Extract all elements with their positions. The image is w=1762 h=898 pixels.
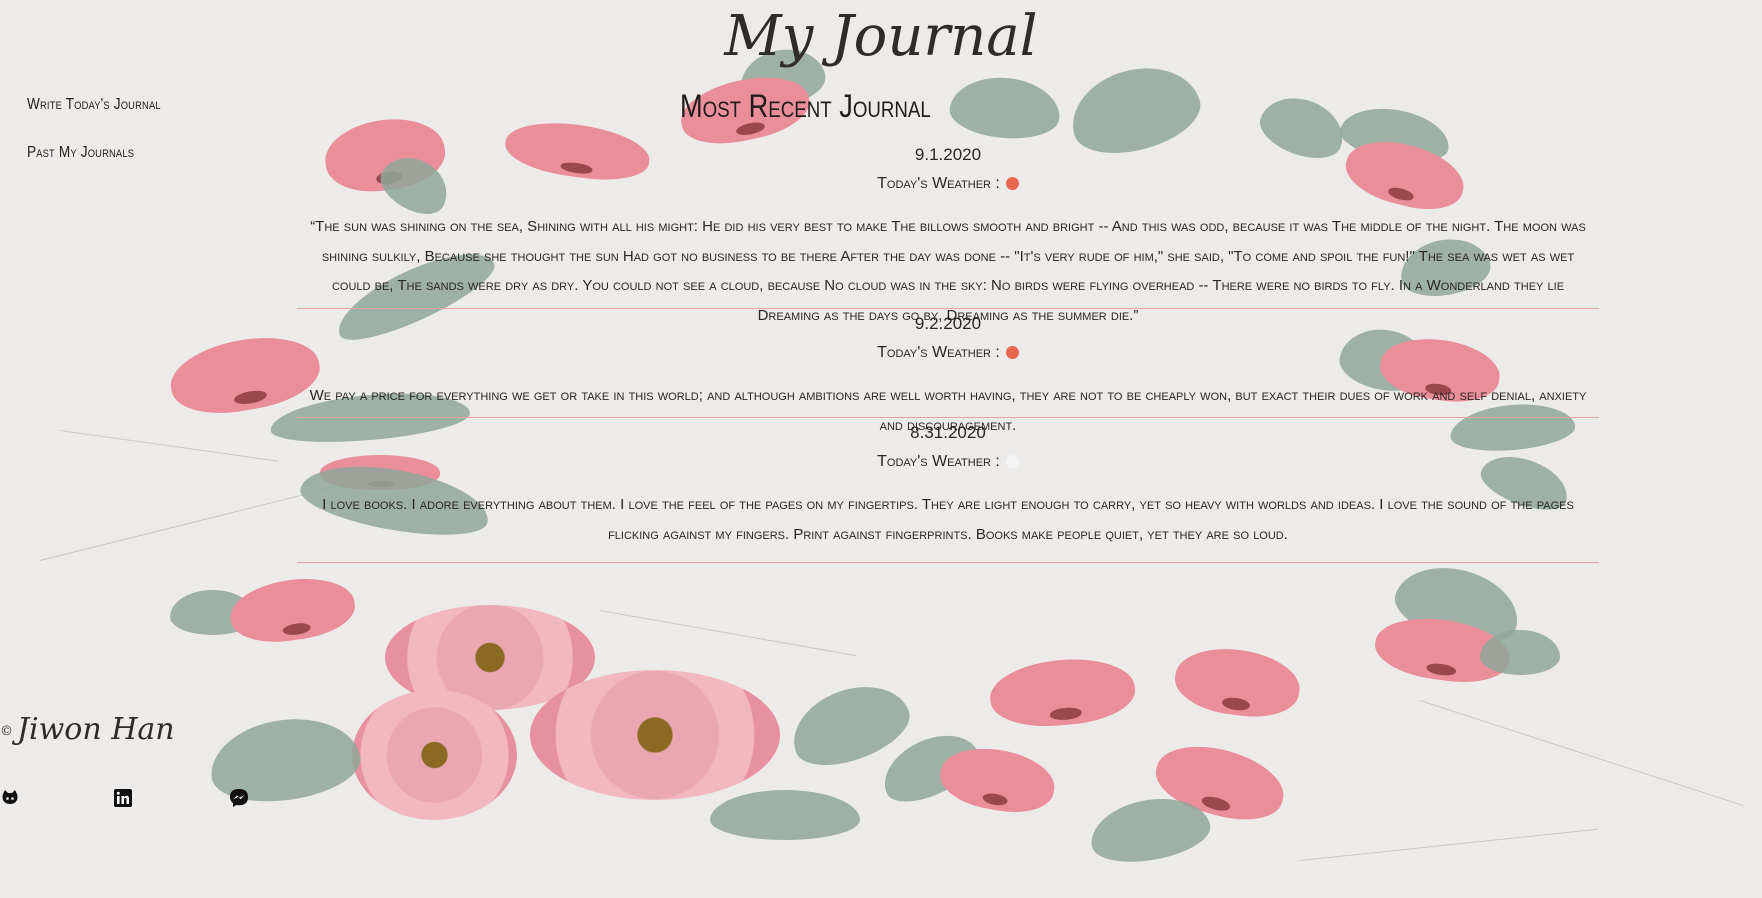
journal-entries: 9.1.2020 Today's Weather : “The sun was … [297, 140, 1599, 563]
weather-cloud-icon [1005, 455, 1019, 468]
github-icon[interactable] [0, 788, 20, 808]
weather-sun-icon [1005, 177, 1019, 190]
weather-label: Today's Weather : [877, 453, 1000, 470]
messenger-icon[interactable] [229, 788, 249, 808]
page-title: My Journal [724, 4, 1038, 69]
linkedin-icon[interactable] [113, 788, 133, 808]
weather-sun-icon [1005, 346, 1019, 359]
entry-date: 8.31.2020 [910, 423, 986, 442]
weather-label: Today's Weather : [877, 175, 1000, 192]
entry-date: 9.1.2020 [914, 145, 982, 164]
weather-label: Today's Weather : [877, 344, 1000, 361]
copyright-symbol: © [0, 723, 13, 739]
journal-entry: 8.31.2020 Today's Weather : I love books… [297, 418, 1599, 563]
entry-weather: Today's Weather : [297, 169, 1599, 198]
nav-past-journals-link[interactable]: Past My Journals [27, 144, 161, 162]
journal-entry: 9.2.2020 Today's Weather : We pay a pric… [297, 309, 1599, 434]
social-links [0, 788, 260, 810]
entry-text: I love books. I adore everything about t… [322, 496, 1574, 543]
entry-weather: Today's Weather : [297, 338, 1599, 367]
entry-date: 9.2.2020 [914, 314, 982, 333]
entry-weather: Today's Weather : [297, 447, 1599, 476]
author-name: Jiwon Han [17, 712, 175, 747]
section-title: Most Recent Journal [679, 88, 931, 124]
footer-signature: © Jiwon Han [0, 712, 175, 747]
journal-entry: 9.1.2020 Today's Weather : “The sun was … [297, 140, 1599, 324]
